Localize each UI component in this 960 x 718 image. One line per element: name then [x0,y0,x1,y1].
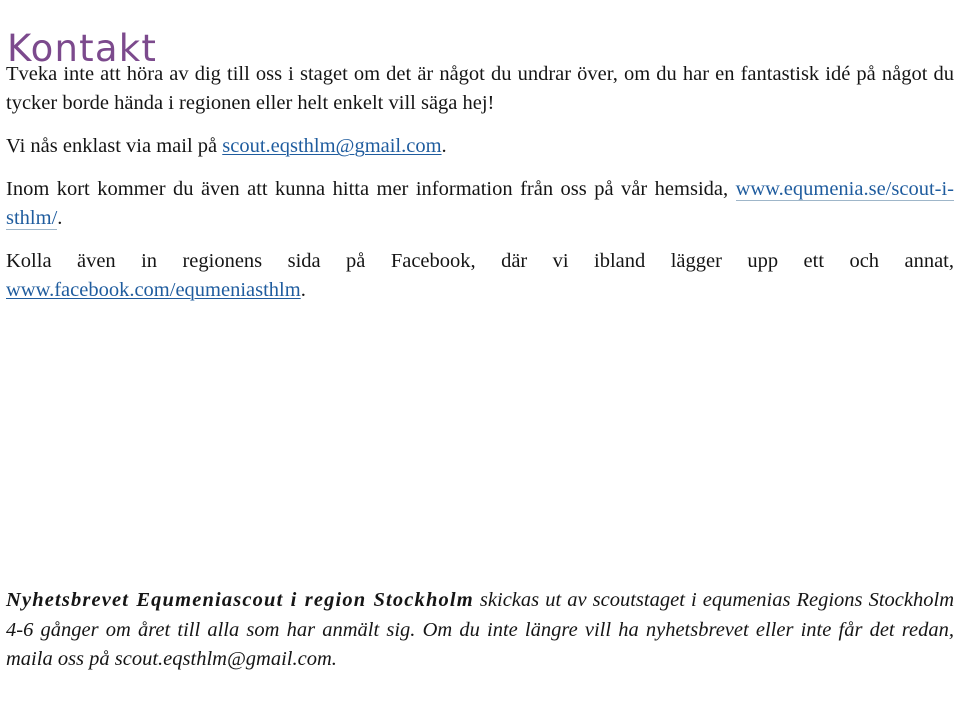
document-page: Kontakt Tveka inte att höra av dig till … [0,0,960,718]
paragraph-facebook: Kolla även in regionens sida på Facebook… [6,247,954,305]
mail-prefix-text: Vi nås enklast via mail på [6,135,223,157]
newsletter-paragraph: Nyhetsbrevet Equmeniascout i region Stoc… [6,586,954,675]
newsletter-email-text: scout.eqsthlm@gmail.com [114,648,332,670]
mail-suffix-text: . [441,135,447,157]
paragraph-website: Inom kort kommer du även att kunna hitta… [6,175,954,233]
paragraph-intro: Tveka inte att höra av dig till oss i st… [6,63,954,114]
facebook-link-equmeniasthlm[interactable]: www.facebook.com/equmeniasthlm [6,279,301,301]
email-link-scout-eqsthlm[interactable]: scout.eqsthlm@gmail.com [222,135,441,157]
website-prefix-text: Inom kort kommer du även att kunna hitta… [6,178,736,200]
paragraph-mail: Vi nås enklast via mail på scout.eqsthlm… [6,132,954,161]
facebook-suffix-text: . [300,279,306,301]
newsletter-section: Nyhetsbrevet Equmeniascout i region Stoc… [6,586,954,675]
facebook-prefix-text: Kolla även in regionens sida på Facebook… [6,250,954,272]
website-suffix-text: . [57,207,63,229]
newsletter-lead-title: Nyhetsbrevet Equmeniascout i region Stoc… [6,589,474,611]
body-content: Tveka inte att höra av dig till oss i st… [6,60,954,305]
newsletter-body-suffix: . [331,648,337,670]
